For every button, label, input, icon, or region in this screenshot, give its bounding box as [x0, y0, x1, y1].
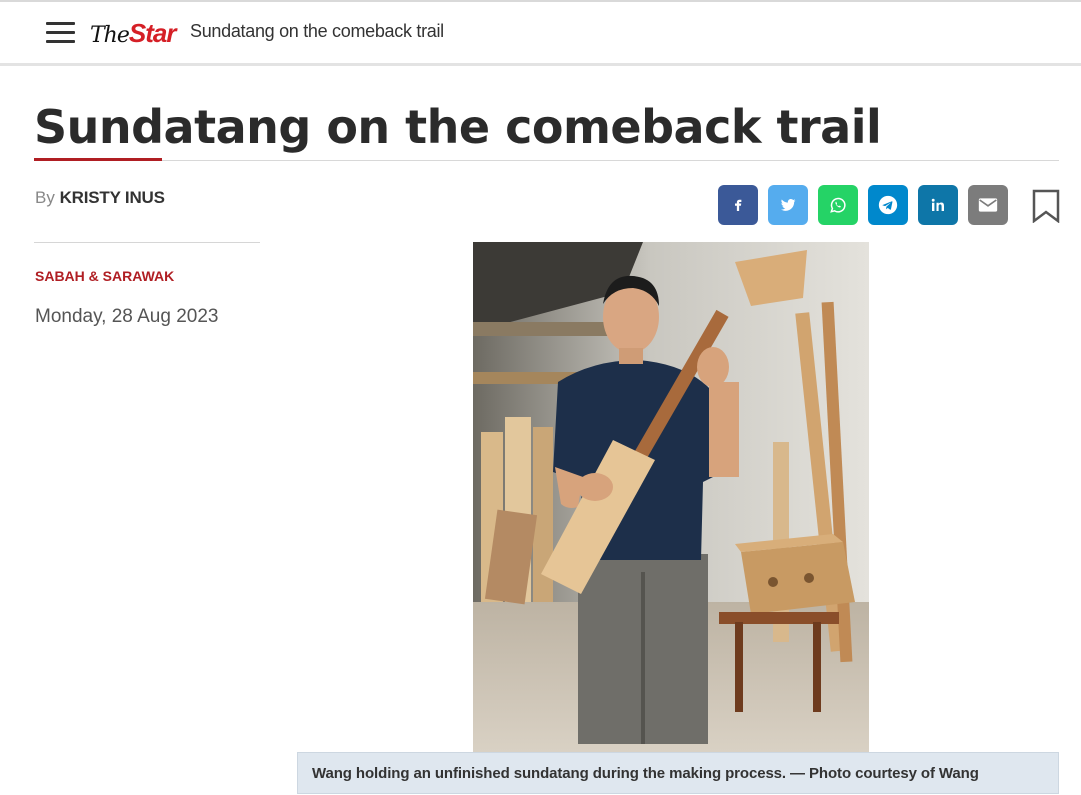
twitter-share-button[interactable]: [768, 185, 808, 225]
top-navbar: The Star Sundatang on the comeback trail: [0, 0, 1081, 66]
telegram-icon: [878, 195, 898, 215]
whatsapp-icon: [830, 197, 846, 213]
whatsapp-share-button[interactable]: [818, 185, 858, 225]
navbar-article-title: Sundatang on the comeback trail: [190, 21, 444, 41]
email-share-button[interactable]: [968, 185, 1008, 225]
publish-date: Monday, 28 Aug 2023: [35, 306, 219, 327]
article-photo: [473, 242, 869, 752]
linkedin-icon: [931, 198, 944, 211]
author-link[interactable]: KRISTY INUS: [60, 188, 165, 207]
the-star-logo[interactable]: The Star: [90, 16, 177, 50]
headline-divider: [34, 160, 1059, 161]
byline-prefix: By: [35, 188, 55, 207]
sidebar-divider: [34, 242, 260, 243]
logo-star-text: Star: [128, 18, 177, 48]
share-bar: [718, 185, 1008, 225]
telegram-share-button[interactable]: [868, 185, 908, 225]
logo-the-text: The: [90, 23, 130, 48]
photo-caption: Wang holding an unfinished sundatang dur…: [297, 752, 1059, 794]
facebook-share-button[interactable]: [718, 185, 758, 225]
facebook-icon: [735, 199, 742, 211]
twitter-icon: [781, 199, 796, 211]
linkedin-share-button[interactable]: [918, 185, 958, 225]
headline-accent-bar: [34, 158, 162, 161]
section-link[interactable]: SABAH & SARAWAK: [35, 268, 174, 284]
envelope-icon: [978, 198, 998, 212]
bookmark-icon[interactable]: [1032, 189, 1060, 224]
byline: By KRISTY INUS: [35, 188, 165, 208]
article-headline: Sundatang on the comeback trail: [34, 100, 882, 154]
menu-icon[interactable]: [46, 22, 76, 44]
